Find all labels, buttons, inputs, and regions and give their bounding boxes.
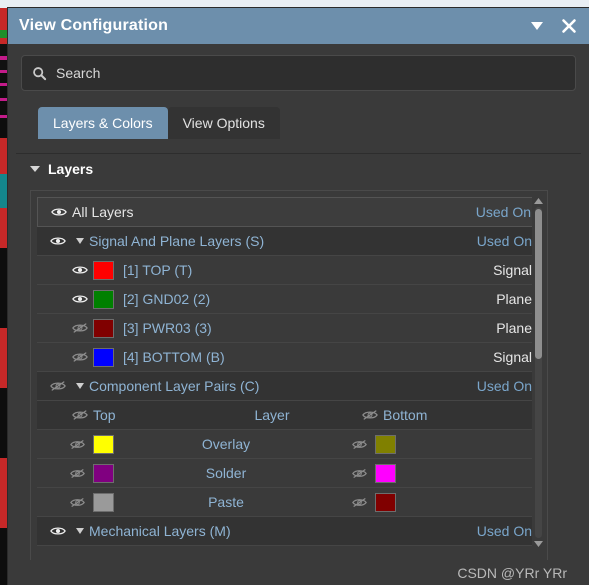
eye-hidden-icon[interactable]	[45, 380, 71, 392]
eye-hidden-icon[interactable]	[37, 497, 93, 508]
pair-bottom-color-swatch[interactable]	[375, 492, 415, 512]
pair-header-bottom: Bottom	[357, 407, 541, 423]
layer-group-label: Mechanical Layers (M)	[89, 523, 231, 539]
table-row-pair-solder[interactable]: Solder	[37, 459, 541, 488]
pair-top-color-swatch[interactable]	[93, 434, 133, 454]
pair-label: Overlay	[201, 436, 251, 452]
table-row-layer-top[interactable]: [1] TOP (T) Signal	[37, 256, 541, 285]
triangle-up-icon[interactable]	[532, 195, 545, 207]
eye-hidden-icon[interactable]	[37, 468, 93, 479]
pair-top-color-swatch[interactable]	[93, 463, 133, 483]
table-row-layer-bottom[interactable]: [4] BOTTOM (B) Signal	[37, 343, 541, 372]
eye-hidden-icon[interactable]	[319, 439, 375, 450]
search-input[interactable]: Search	[21, 55, 576, 91]
layer-color-swatch[interactable]	[93, 347, 123, 367]
layer-label: [2] GND02 (2)	[123, 291, 211, 307]
eye-visible-icon[interactable]	[67, 293, 93, 305]
color-swatch[interactable]	[93, 347, 114, 367]
color-swatch[interactable]	[93, 463, 114, 483]
table-row-layer-gnd02[interactable]: [2] GND02 (2) Plane	[37, 285, 541, 314]
search-area: Search	[21, 55, 576, 91]
layers-panel: Layers All Layers Used On Signal And Pla…	[16, 153, 581, 585]
color-swatch[interactable]	[93, 289, 114, 309]
eye-hidden-icon[interactable]	[357, 409, 383, 421]
eye-hidden-icon[interactable]	[37, 439, 93, 450]
watermark: CSDN @YRr YRr	[457, 565, 567, 581]
table-row-signal-and-plane-layers[interactable]: Signal And Plane Layers (S) Used On	[37, 227, 541, 256]
layer-color-swatch[interactable]	[93, 318, 123, 338]
layer-group-label: Signal And Plane Layers (S)	[89, 233, 265, 249]
pair-bottom-color-swatch[interactable]	[375, 463, 415, 483]
table-row-component-layer-pairs[interactable]: Component Layer Pairs (C) Used On	[37, 372, 541, 401]
pair-header-top-label: Top	[93, 407, 116, 423]
eye-visible-icon[interactable]	[67, 264, 93, 276]
triangle-expanded-icon	[30, 166, 40, 172]
pair-label: Paste	[208, 494, 244, 510]
layer-usage: Used On	[475, 204, 531, 220]
tab-view-options[interactable]: View Options	[167, 107, 280, 139]
view-configuration-dialog: View Configuration Search Layers & Color…	[8, 8, 589, 585]
eye-visible-icon[interactable]	[46, 206, 72, 218]
layer-group-label: Component Layer Pairs (C)	[89, 378, 260, 394]
layer-color-swatch[interactable]	[93, 289, 123, 309]
eye-hidden-icon[interactable]	[319, 468, 375, 479]
triangle-expanded-icon[interactable]	[71, 381, 89, 391]
pair-header-top: Top	[37, 407, 187, 423]
layers-section-header[interactable]: Layers	[16, 154, 581, 184]
table-row-mechanical-layers[interactable]: Mechanical Layers (M) Used On	[37, 517, 541, 546]
layers-section-title: Layers	[48, 161, 94, 177]
color-swatch[interactable]	[93, 260, 114, 280]
layer-color-swatch[interactable]	[93, 260, 123, 280]
layers-scrollbar[interactable]	[532, 195, 545, 550]
color-swatch[interactable]	[93, 492, 114, 512]
table-row-pair-paste[interactable]: Paste	[37, 488, 541, 517]
layer-label: All Layers	[72, 204, 134, 220]
eye-visible-icon[interactable]	[45, 235, 71, 247]
table-row-layer-pwr03[interactable]: [3] PWR03 (3) Plane	[37, 314, 541, 343]
triangle-down-icon[interactable]	[532, 538, 545, 550]
screen: View Configuration Search Layers & Color…	[0, 0, 589, 585]
pair-top-color-swatch[interactable]	[93, 492, 133, 512]
layers-list: All Layers Used On Signal And Plane Laye…	[30, 190, 548, 570]
triangle-expanded-icon[interactable]	[71, 236, 89, 246]
eye-hidden-icon[interactable]	[319, 497, 375, 508]
chevron-down-icon[interactable]	[527, 16, 547, 36]
table-row-pair-header: Top Layer Bottom	[37, 401, 541, 430]
tab-layers-and-colors[interactable]: Layers & Colors	[38, 107, 168, 139]
color-swatch[interactable]	[375, 492, 396, 512]
eye-hidden-icon[interactable]	[67, 322, 93, 334]
dialog-titlebar[interactable]: View Configuration	[8, 8, 589, 44]
titlebar-buttons	[527, 8, 579, 44]
app-background-top	[0, 0, 589, 8]
scrollbar-thumb[interactable]	[535, 209, 542, 359]
search-placeholder: Search	[56, 65, 101, 81]
color-swatch[interactable]	[375, 434, 396, 454]
pair-header-bottom-label: Bottom	[383, 407, 428, 423]
table-row-pair-overlay[interactable]: Overlay	[37, 430, 541, 459]
search-icon	[32, 66, 47, 81]
pair-bottom-color-swatch[interactable]	[375, 434, 415, 454]
eye-hidden-icon[interactable]	[67, 351, 93, 363]
triangle-expanded-icon[interactable]	[71, 526, 89, 536]
layer-label: [1] TOP (T)	[123, 262, 193, 278]
layer-label: [4] BOTTOM (B)	[123, 349, 225, 365]
color-swatch[interactable]	[375, 463, 396, 483]
dialog-title: View Configuration	[19, 17, 169, 34]
tabs-bar: Layers & Colors View Options	[38, 105, 589, 139]
eye-visible-icon[interactable]	[45, 525, 71, 537]
table-row-all-layers[interactable]: All Layers Used On	[37, 197, 541, 227]
color-swatch[interactable]	[93, 318, 114, 338]
layers-list-body: All Layers Used On Signal And Plane Laye…	[37, 197, 541, 570]
close-icon[interactable]	[559, 16, 579, 36]
layer-label: [3] PWR03 (3)	[123, 320, 212, 336]
scrollbar-track[interactable]	[535, 207, 542, 538]
pair-header-layer-label: Layer	[254, 407, 290, 423]
pair-label: Solder	[205, 465, 247, 481]
eye-hidden-icon[interactable]	[67, 409, 93, 421]
color-swatch[interactable]	[93, 434, 114, 454]
